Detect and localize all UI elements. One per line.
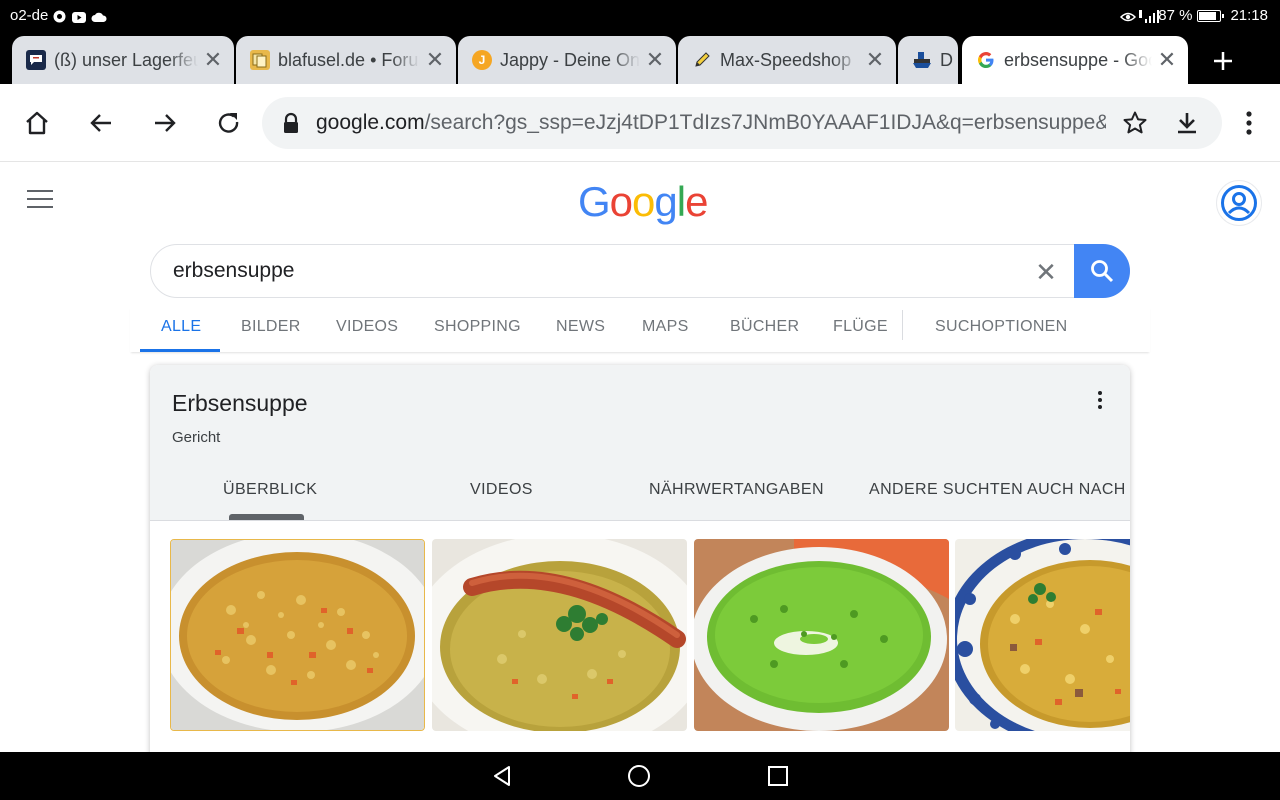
logo-letter: o (632, 178, 655, 225)
knowledge-title: Erbsensuppe (172, 390, 308, 416)
close-tab-icon[interactable]: ✕ (860, 47, 890, 73)
status-bar: o2-de 87 % 21:18 (0, 0, 1280, 32)
battery-percent: 87 % (1158, 7, 1193, 24)
logo-letter: o (609, 178, 633, 225)
home-button[interactable] (20, 106, 54, 140)
url-path: /search?gs_ssp=eJzj4tDP1TdIzs7JNmB0YAAAF… (424, 111, 1106, 134)
tab-strip: (ß) unser Lagerfeuer ✕ blafusel.de • For… (0, 32, 1280, 84)
system-back-icon[interactable] (490, 764, 514, 788)
carrier-label: o2-de (10, 7, 49, 24)
tab-bilder[interactable]: BILDER (241, 318, 301, 336)
pencil-favicon-icon (692, 50, 712, 70)
tab-title: Max-Speedshop (720, 49, 852, 70)
url-text: google.com/search?gs_ssp=eJzj4tDP1TdIzs7… (316, 111, 1106, 135)
lock-icon (282, 112, 300, 134)
google-logo[interactable]: Google (578, 178, 708, 226)
tab-jappy[interactable]: J Jappy - Deine Online ✕ (458, 36, 676, 84)
search-icon (1091, 260, 1114, 283)
close-tab-icon[interactable]: ✕ (640, 47, 670, 73)
tab-lagerfeuer[interactable]: (ß) unser Lagerfeuer ✕ (12, 36, 234, 84)
search-button[interactable] (1074, 244, 1130, 298)
tab-title: erbsensuppe - Google (1004, 49, 1152, 70)
ktab-ueberblick[interactable]: ÜBERBLICK (223, 481, 317, 499)
signal-icon (1139, 9, 1160, 23)
search-input[interactable]: erbsensuppe (173, 259, 294, 283)
clock: 21:18 (1230, 7, 1268, 24)
url-host: google.com (316, 111, 425, 134)
pea-soup-with-sausage-image[interactable] (432, 539, 687, 731)
system-home-icon[interactable] (627, 764, 651, 788)
clear-search-icon[interactable]: ✕ (1031, 259, 1061, 285)
tab-title: (ß) unser Lagerfeuer (54, 49, 198, 70)
account-avatar-icon[interactable] (1216, 180, 1262, 226)
close-tab-icon[interactable]: ✕ (420, 47, 450, 73)
more-options-icon[interactable] (1090, 389, 1110, 413)
forum-favicon-icon (250, 50, 270, 70)
chrome-notification-icon (53, 10, 67, 22)
google-favicon-icon (976, 50, 996, 70)
tab-news[interactable]: NEWS (556, 318, 605, 336)
back-button[interactable] (84, 106, 118, 140)
eye-comfort-icon (1120, 10, 1137, 22)
hamburger-menu-icon[interactable] (27, 190, 53, 210)
tab-title: Jappy - Deine Online (500, 49, 640, 70)
tab-collapsed[interactable]: D (898, 36, 958, 84)
tab-title: D (940, 49, 953, 70)
chat-favicon-icon (26, 50, 46, 70)
pea-stew-blue-bowl-image[interactable] (955, 539, 1130, 731)
tab-shopping[interactable]: SHOPPING (434, 318, 521, 336)
logo-letter: e (685, 178, 708, 225)
knowledge-subtitle: Gericht (172, 429, 221, 446)
logo-letter: l (676, 178, 686, 225)
knowledge-header: Erbsensuppe Gericht ÜBERBLICK VIDEOS NÄH… (150, 365, 1130, 520)
active-tab-indicator (140, 349, 220, 352)
youtube-notification-icon (72, 10, 87, 23)
ktab-videos[interactable]: VIDEOS (470, 481, 533, 499)
battery-icon (1197, 9, 1225, 22)
browser-toolbar: google.com/search?gs_ssp=eJzj4tDP1TdIzs7… (0, 84, 1280, 162)
ktab-naehrwertangaben[interactable]: NÄHRWERTANGABEN (649, 481, 824, 499)
search-box[interactable]: erbsensuppe ✕ (150, 244, 1130, 298)
tab-blafusel[interactable]: blafusel.de • Forum ✕ (236, 36, 456, 84)
address-bar[interactable]: google.com/search?gs_ssp=eJzj4tDP1TdIzs7… (262, 97, 1222, 149)
nav-divider (902, 310, 903, 340)
pea-soup-image[interactable] (170, 539, 425, 731)
cloud-icon (91, 10, 107, 22)
new-tab-button[interactable] (1206, 44, 1240, 78)
ship-favicon-icon (912, 50, 932, 70)
tab-title: blafusel.de • Forum (278, 49, 420, 70)
ktab-andere-suchten[interactable]: ANDERE SUCHTEN AUCH NACH (869, 481, 1126, 499)
search-nav-tabs: ALLE BILDER VIDEOS SHOPPING NEWS MAPS BÜ… (130, 306, 1150, 352)
forward-button[interactable] (148, 106, 182, 140)
tab-buecher[interactable]: BÜCHER (730, 318, 799, 336)
more-menu-button[interactable] (1232, 106, 1266, 140)
reload-button[interactable] (212, 106, 246, 140)
bookmark-star-icon[interactable] (1122, 110, 1148, 141)
tab-erbsensuppe-active[interactable]: erbsensuppe - Google ✕ (962, 36, 1188, 84)
tab-fluege[interactable]: FLÜGE (833, 318, 888, 336)
tab-maps[interactable]: MAPS (642, 318, 689, 336)
system-nav-bar (0, 752, 1280, 800)
knowledge-panel: Erbsensuppe Gericht ÜBERBLICK VIDEOS NÄH… (150, 365, 1130, 785)
tab-max-speedshop[interactable]: Max-Speedshop ✕ (678, 36, 896, 84)
close-tab-icon[interactable]: ✕ (198, 47, 228, 73)
tab-alle[interactable]: ALLE (161, 318, 201, 336)
tab-suchoptionen[interactable]: SUCHOPTIONEN (935, 318, 1068, 336)
logo-letter: G (578, 178, 611, 225)
green-pea-cream-soup-image[interactable] (694, 539, 949, 731)
logo-letter: g (654, 178, 677, 225)
jappy-favicon-icon: J (472, 50, 492, 70)
download-icon[interactable] (1174, 110, 1200, 141)
close-tab-icon[interactable]: ✕ (1152, 47, 1182, 73)
tab-videos[interactable]: VIDEOS (336, 318, 398, 336)
system-recents-icon[interactable] (766, 764, 790, 788)
